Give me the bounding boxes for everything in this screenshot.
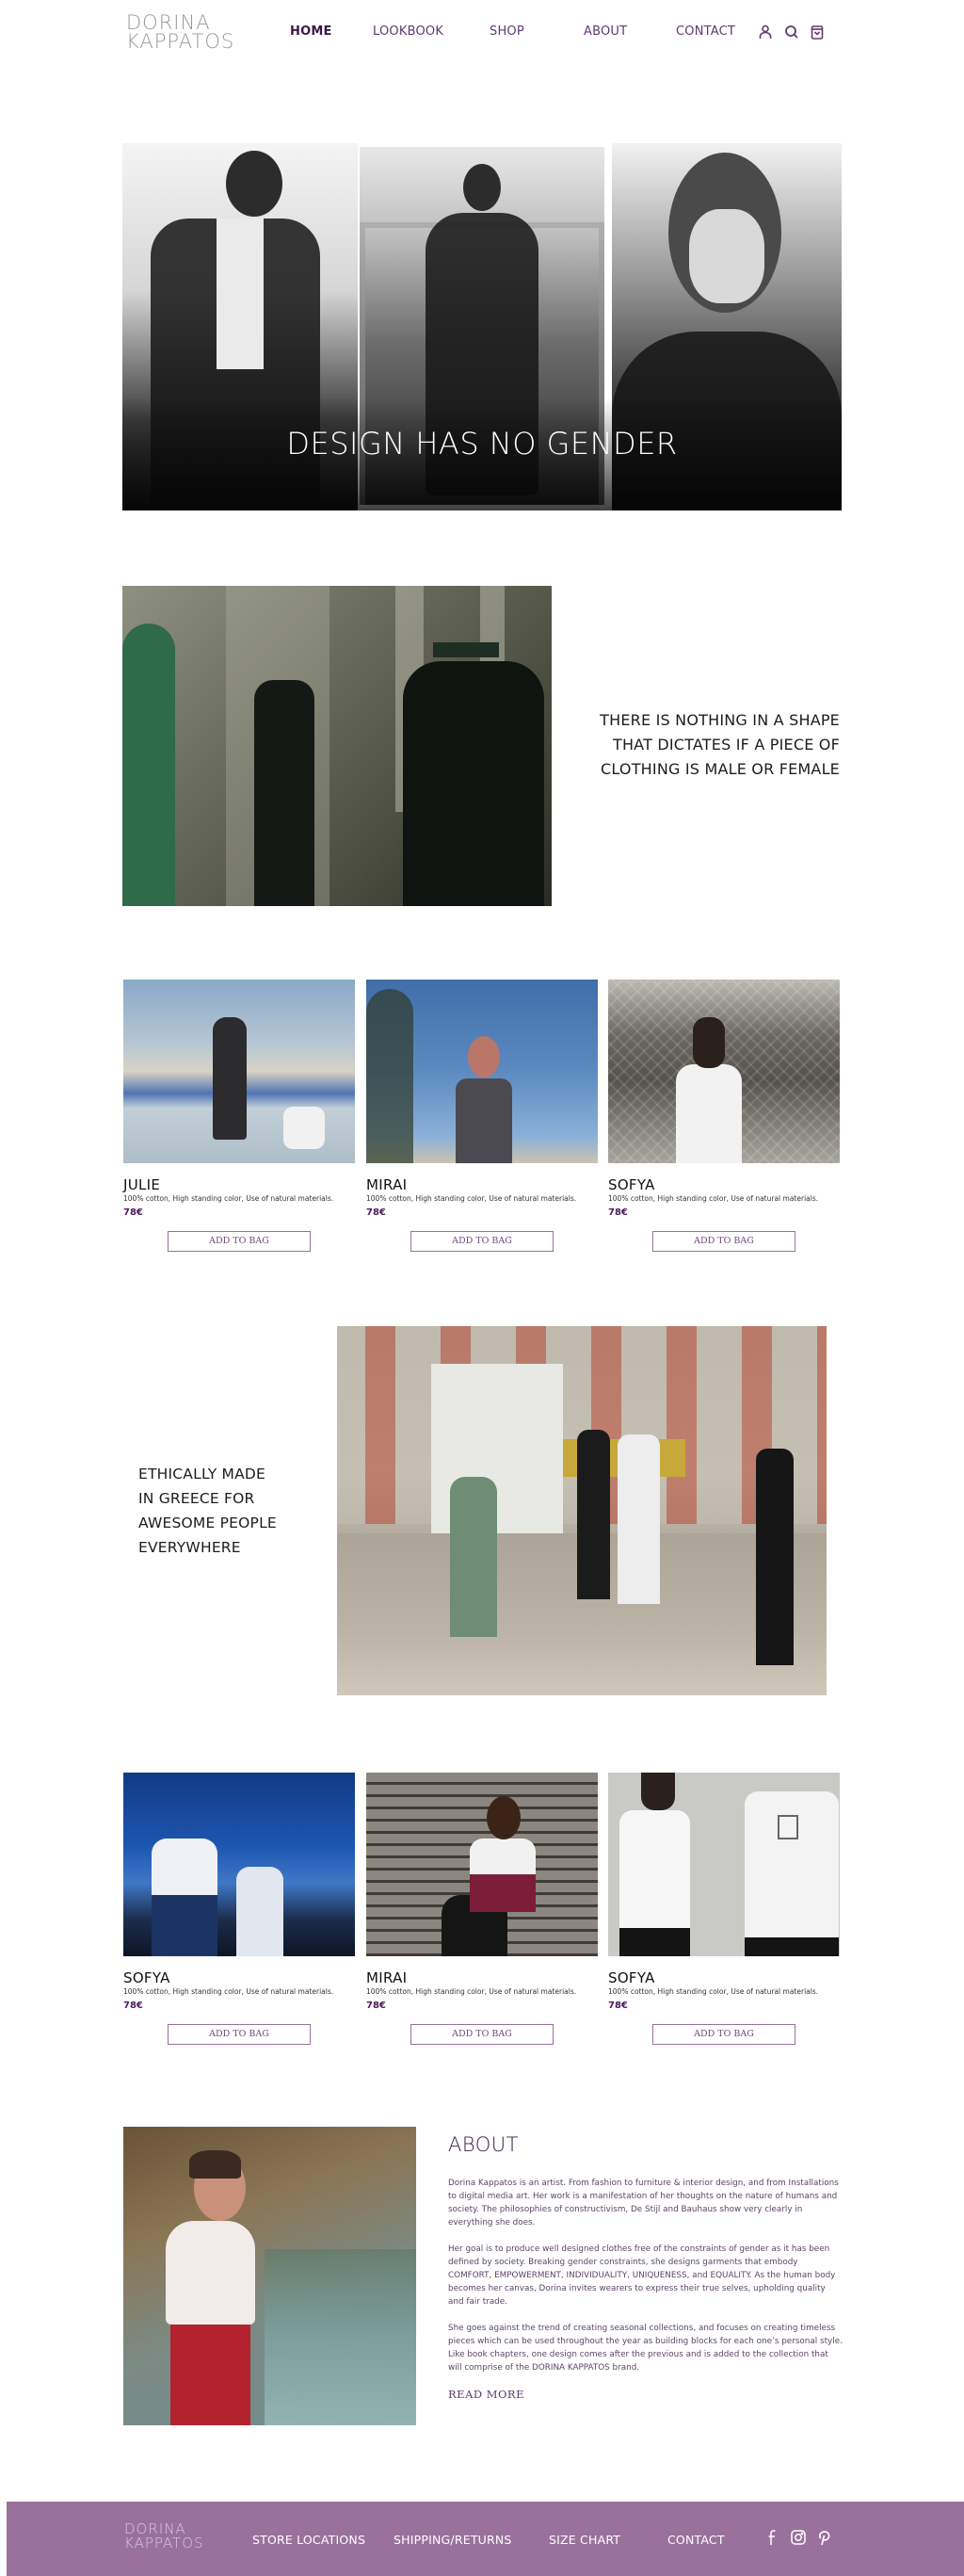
quote-line: EVERYWHERE: [138, 1539, 241, 1556]
about-paragraph: Her goal is to produce well designed clo…: [448, 2244, 836, 2307]
product-price: 78€: [123, 1207, 143, 1218]
feature-photo-blindfolded-models: [122, 586, 552, 906]
add-to-bag-button[interactable]: ADD TO BAG: [168, 1231, 311, 1252]
hero-title: DESIGN HAS NO GENDER: [286, 426, 678, 462]
about-title: ABOUT: [448, 2133, 519, 2156]
product-name: SOFYA: [123, 1969, 170, 1986]
nav-lookbook[interactable]: LOOKBOOK: [373, 24, 443, 39]
shopping-bag-icon[interactable]: [809, 24, 826, 41]
product-name: SOFYA: [608, 1969, 655, 1986]
product-description: 100% cotton, High standing color, Use of…: [608, 1194, 819, 1203]
product-card: SOFYA 100% cotton, High standing color, …: [608, 1773, 840, 2045]
search-icon[interactable]: [783, 24, 800, 41]
nav-contact[interactable]: CONTACT: [676, 24, 735, 39]
quote-line: THERE IS NOTHING IN A SHAPE: [600, 711, 840, 729]
product-description: 100% cotton, High standing color, Use of…: [123, 1194, 334, 1203]
feature-quote-ethical: ETHICALLY MADE IN GREECE FOR AWESOME PEO…: [138, 1462, 345, 1560]
facebook-icon[interactable]: [764, 2528, 781, 2547]
add-to-bag-button[interactable]: ADD TO BAG: [652, 1231, 795, 1252]
product-price: 78€: [366, 2001, 386, 2011]
site-footer: DORINA KAPPATOS STORE LOCATIONS SHIPPING…: [7, 2502, 964, 2576]
footer-logo-line-2: KAPPATOS: [124, 2535, 204, 2552]
product-image[interactable]: [123, 1773, 355, 1956]
footer-link-shipping-returns[interactable]: SHIPPING/RETURNS: [394, 2533, 512, 2547]
nav-about[interactable]: ABOUT: [584, 24, 627, 39]
site-header: DORINA KAPPATOS HOME LOOKBOOK SHOP ABOUT…: [0, 0, 964, 66]
product-price: 78€: [123, 2001, 143, 2011]
about-paragraph: Dorina Kappatos is an artist. From fashi…: [448, 2179, 839, 2228]
product-price: 78€: [608, 1207, 628, 1218]
hero-banner: DESIGN HAS NO GENDER: [122, 143, 842, 510]
product-image[interactable]: [608, 1773, 840, 1956]
product-image[interactable]: [608, 980, 840, 1163]
quote-line: IN GREECE FOR: [138, 1490, 255, 1507]
product-description: 100% cotton, High standing color, Use of…: [366, 1987, 577, 1996]
add-to-bag-button[interactable]: ADD TO BAG: [652, 2024, 795, 2045]
product-description: 100% cotton, High standing color, Use of…: [123, 1987, 334, 1996]
product-card: MIRAI 100% cotton, High standing color, …: [366, 1773, 598, 2045]
quote-line: AWESOME PEOPLE: [138, 1515, 277, 1531]
footer-link-store-locations[interactable]: STORE LOCATIONS: [252, 2533, 365, 2547]
product-card: SOFYA 100% cotton, High standing color, …: [123, 1773, 355, 2045]
product-card: JULIE 100% cotton, High standing color, …: [123, 980, 355, 1252]
product-name: SOFYA: [608, 1176, 655, 1193]
footer-link-size-chart[interactable]: SIZE CHART: [549, 2533, 620, 2547]
product-price: 78€: [608, 2001, 628, 2011]
product-price: 78€: [366, 1207, 386, 1218]
product-image[interactable]: [366, 1773, 598, 1956]
product-description: 100% cotton, High standing color, Use of…: [366, 1194, 577, 1203]
about-section: ABOUT Dorina Kappatos is an artist. From…: [448, 2133, 844, 2403]
product-name: MIRAI: [366, 1969, 408, 1986]
instagram-icon[interactable]: [790, 2528, 807, 2547]
nav-home[interactable]: HOME: [290, 24, 332, 39]
feature-photo-group-models: [337, 1326, 827, 1695]
add-to-bag-button[interactable]: ADD TO BAG: [410, 1231, 554, 1252]
nav-shop[interactable]: SHOP: [490, 24, 524, 39]
footer-link-contact[interactable]: CONTACT: [667, 2533, 725, 2547]
footer-logo[interactable]: DORINA KAPPATOS: [124, 2522, 204, 2551]
add-to-bag-button[interactable]: ADD TO BAG: [168, 2024, 311, 2045]
product-description: 100% cotton, High standing color, Use of…: [608, 1987, 819, 1996]
about-photo-designer: [123, 2127, 416, 2425]
product-name: MIRAI: [366, 1176, 408, 1193]
user-icon[interactable]: [757, 24, 774, 41]
quote-line: THAT DICTATES IF A PIECE OF: [612, 736, 840, 753]
feature-quote-gender: THERE IS NOTHING IN A SHAPE THAT DICTATE…: [584, 708, 840, 782]
product-card: SOFYA 100% cotton, High standing color, …: [608, 980, 840, 1252]
product-image[interactable]: [366, 980, 598, 1163]
product-name: JULIE: [123, 1176, 161, 1193]
product-card: MIRAI 100% cotton, High standing color, …: [366, 980, 598, 1252]
quote-line: CLOTHING IS MALE OR FEMALE: [601, 760, 840, 778]
pinterest-icon[interactable]: [815, 2528, 832, 2547]
about-paragraph: She goes against the trend of creating s…: [448, 2324, 843, 2373]
read-more-link[interactable]: READ MORE: [448, 2388, 524, 2401]
product-image[interactable]: [123, 980, 355, 1163]
quote-line: ETHICALLY MADE: [138, 1466, 266, 1482]
add-to-bag-button[interactable]: ADD TO BAG: [410, 2024, 554, 2045]
